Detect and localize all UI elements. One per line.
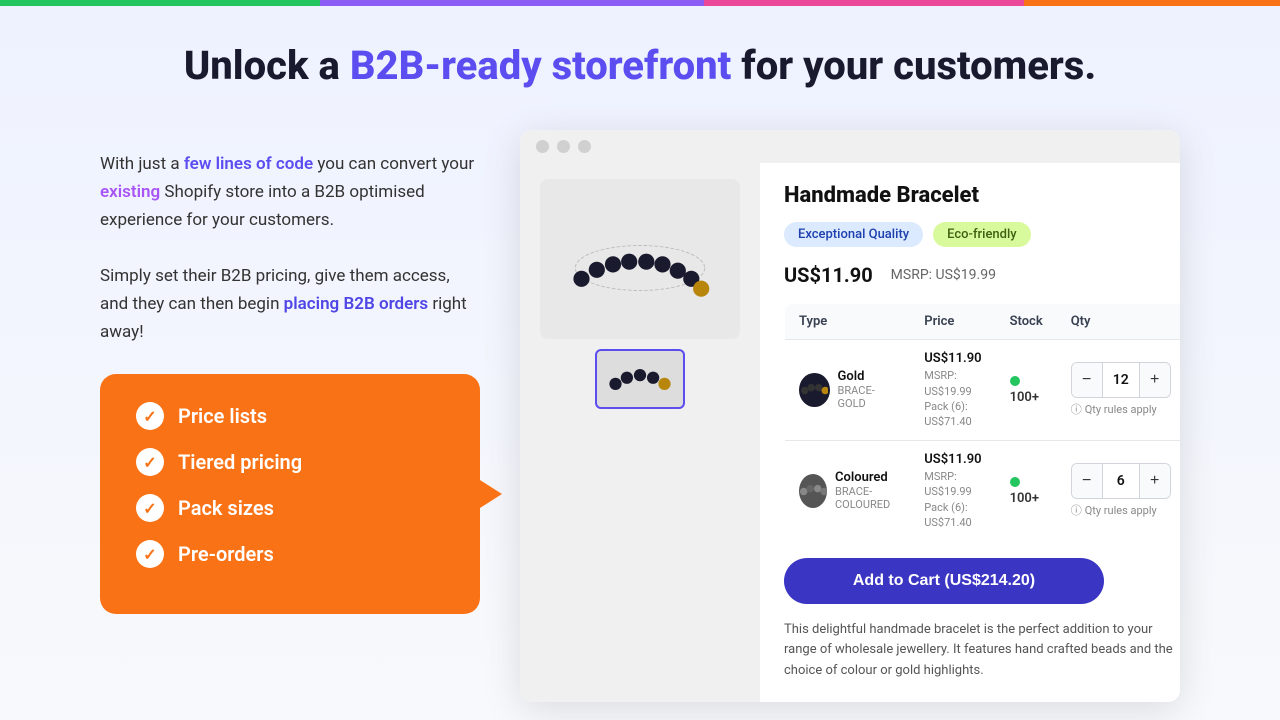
row2-qty-note: ⓘ Qty rules apply [1071, 502, 1171, 518]
row1-qty-minus[interactable]: − [1072, 363, 1102, 397]
col-stock: Stock [996, 304, 1057, 340]
row1-qty-note-text: Qty rules apply [1085, 403, 1157, 416]
table-header-row: Type Price Stock Qty [785, 304, 1181, 340]
left-text-panel: With just a few lines of code you can co… [100, 130, 480, 614]
row2-qty-plus[interactable]: + [1140, 464, 1170, 498]
row1-type-info: Gold BRACE-GOLD [838, 369, 897, 410]
row1-qty-value: 12 [1102, 363, 1140, 397]
placing-b2b-link[interactable]: placing B2B orders [284, 294, 428, 314]
row2-thumb [799, 474, 827, 508]
row1-price: US$11.90 MSRP: US$19.99 Pack (6): US$71.… [910, 340, 995, 441]
row2-type-info: Coloured BRACE-COLOURED [835, 470, 896, 511]
product-description: This delightful handmade bracelet is the… [784, 620, 1180, 682]
feature-label-3: Pack sizes [178, 496, 274, 520]
existing-link[interactable]: existing [100, 182, 160, 202]
row1-stock: 100+ [996, 340, 1057, 441]
col-qty: Qty [1057, 304, 1180, 340]
p1-prefix: With just a [100, 154, 184, 174]
row2-qty-value: 6 [1102, 464, 1140, 498]
feature-item-1: Price lists [136, 402, 444, 430]
p1-middle: you can convert your [313, 154, 474, 174]
table-row: Coloured BRACE-COLOURED US$11.90 MSRP: U… [785, 440, 1181, 541]
browser-dot-2 [557, 140, 570, 153]
hero-section: Unlock a B2B-ready storefront for your c… [0, 6, 1280, 702]
row1-type: Gold BRACE-GOLD [785, 340, 911, 441]
feature-item-4: Pre-orders [136, 540, 444, 568]
main-content: With just a few lines of code you can co… [60, 130, 1220, 702]
col-price: Price [910, 304, 995, 340]
row2-stock-dot [1010, 477, 1020, 487]
row2-qty-minus[interactable]: − [1072, 464, 1102, 498]
row1-stock-label: 100+ [1010, 390, 1039, 405]
row1-thumb [799, 373, 830, 407]
checkmark-4 [136, 540, 164, 568]
paragraph-1: With just a few lines of code you can co… [100, 150, 480, 234]
row2-price-pack: Pack (6): US$71.40 [924, 500, 981, 531]
hero-title-suffix: for your customers. [731, 42, 1096, 89]
product-name: Handmade Bracelet [784, 183, 1180, 208]
row2-stock-label: 100+ [1010, 491, 1039, 506]
feature-label-4: Pre-orders [178, 542, 274, 566]
checkmark-1 [136, 402, 164, 430]
row2-sku: BRACE-COLOURED [835, 485, 896, 511]
row2-qty-note-text: Qty rules apply [1085, 504, 1157, 517]
pricing-row: US$11.90 MSRP: US$19.99 [784, 263, 1180, 287]
row1-qty: − 12 + ⓘ Qty rules apply [1057, 340, 1180, 441]
hero-title-highlight: B2B-ready storefront [350, 42, 732, 89]
product-image-column [520, 163, 760, 702]
browser-mockup: Handmade Bracelet Exceptional Quality Ec… [520, 130, 1180, 702]
feature-label-1: Price lists [178, 404, 267, 428]
col-type: Type [785, 304, 911, 340]
product-thumb-1[interactable] [595, 349, 685, 409]
table-row: Gold BRACE-GOLD US$11.90 MSRP: US$19.99 [785, 340, 1181, 441]
row2-name: Coloured [835, 470, 896, 485]
checkmark-2 [136, 448, 164, 476]
bracelet-svg [550, 214, 730, 304]
few-lines-link[interactable]: few lines of code [184, 154, 313, 174]
row2-qty: − 6 + ⓘ Qty rules apply [1057, 440, 1180, 541]
hero-title: Unlock a B2B-ready storefront for your c… [60, 42, 1220, 90]
badge-quality: Exceptional Quality [784, 222, 923, 247]
product-msrp: MSRP: US$19.99 [891, 267, 996, 283]
row1-sku: BRACE-GOLD [838, 384, 897, 410]
row2-price: US$11.90 MSRP: US$19.99 Pack (6): US$71.… [910, 440, 995, 541]
row1-qty-control: − 12 + [1071, 362, 1171, 398]
row2-qty-control: − 6 + [1071, 463, 1171, 499]
product-layout: Handmade Bracelet Exceptional Quality Ec… [520, 163, 1180, 702]
feature-item-2: Tiered pricing [136, 448, 444, 476]
paragraph-2: Simply set their B2B pricing, give them … [100, 262, 480, 346]
product-main-image [540, 179, 740, 339]
row2-stock: 100+ [996, 440, 1057, 541]
row1-qty-note: ⓘ Qty rules apply [1071, 401, 1171, 417]
browser-bar [520, 130, 1180, 163]
row1-price-pack: Pack (6): US$71.40 [924, 399, 981, 430]
badge-eco: Eco-friendly [933, 222, 1031, 247]
row2-price-msrp: MSRP: US$19.99 [924, 469, 981, 500]
product-badges: Exceptional Quality Eco-friendly [784, 222, 1180, 247]
info-icon-1: ⓘ [1071, 401, 1082, 417]
product-info-panel: Handmade Bracelet Exceptional Quality Ec… [760, 163, 1180, 702]
info-icon-2: ⓘ [1071, 502, 1082, 518]
product-price: US$11.90 [784, 263, 873, 287]
row1-qty-plus[interactable]: + [1140, 363, 1170, 397]
feature-item-3: Pack sizes [136, 494, 444, 522]
features-box: Price lists Tiered pricing Pack sizes Pr… [100, 374, 480, 614]
row1-price-main: US$11.90 [924, 350, 981, 368]
hero-title-prefix: Unlock a [184, 42, 350, 89]
row2-price-main: US$11.90 [924, 451, 981, 469]
row1-name: Gold [838, 369, 897, 384]
arrow-right-icon [480, 480, 502, 508]
checkmark-3 [136, 494, 164, 522]
row2-type: Coloured BRACE-COLOURED [785, 440, 911, 541]
browser-dot-1 [536, 140, 549, 153]
feature-label-2: Tiered pricing [178, 450, 302, 474]
browser-dot-3 [578, 140, 591, 153]
row1-price-msrp: MSRP: US$19.99 [924, 368, 981, 399]
row1-stock-dot [1010, 376, 1020, 386]
add-to-cart-button[interactable]: Add to Cart (US$214.20) [784, 558, 1104, 604]
variant-table: Type Price Stock Qty [784, 303, 1180, 542]
